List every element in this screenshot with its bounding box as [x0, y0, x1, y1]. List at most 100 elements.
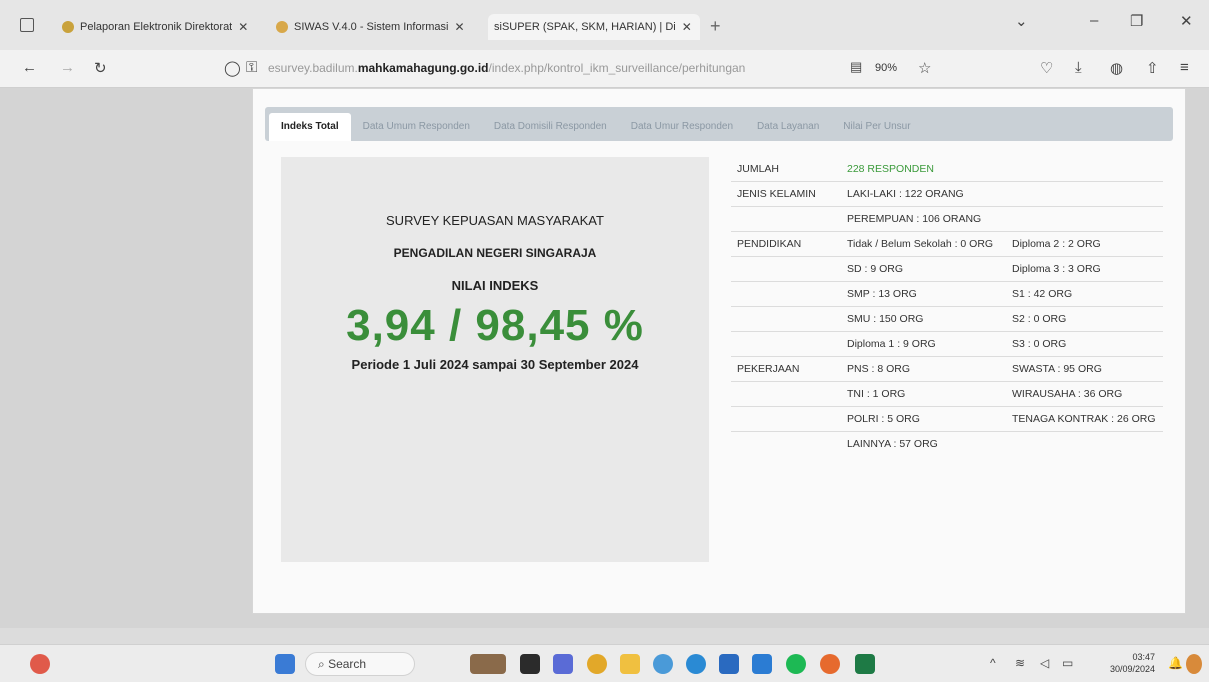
close-window-icon[interactable]: ✕: [1180, 12, 1193, 30]
tab-title: SIWAS V.4.0 - Sistem Informasi: [294, 21, 449, 33]
tab-data-domisili-responden[interactable]: Data Domisili Responden: [482, 113, 619, 141]
table-row: SMP : 13 ORG S1 : 42 ORG: [731, 282, 1163, 307]
widgets-icon[interactable]: [470, 654, 506, 674]
table-row: PEKERJAAN PNS : 8 ORG SWASTA : 95 ORG: [731, 357, 1163, 382]
stat-cell: S2 : 0 ORG: [1012, 313, 1067, 325]
period-text: Periode 1 Juli 2024 sampai 30 September …: [351, 357, 639, 372]
download-icon[interactable]: ⤓: [1075, 59, 1082, 76]
stat-cell: Diploma 2 : 2 ORG: [1012, 238, 1101, 250]
file-explorer-icon[interactable]: [620, 654, 640, 674]
share-icon[interactable]: ⇧: [1146, 59, 1159, 77]
table-row: POLRI : 5 ORG TENAGA KONTRAK : 26 ORG: [731, 407, 1163, 432]
teams-icon[interactable]: [553, 654, 573, 674]
stat-cell: TENAGA KONTRAK : 26 ORG: [1012, 413, 1156, 425]
start-button-icon[interactable]: [275, 654, 295, 674]
table-row: SD : 9 ORG Diploma 3 : 3 ORG: [731, 257, 1163, 282]
bookmark-star-icon[interactable]: ☆: [918, 59, 931, 77]
table-row: LAINNYA : 57 ORG: [731, 432, 1163, 456]
back-icon[interactable]: ←: [22, 59, 37, 76]
stat-cell: PNS : 8 ORG: [847, 363, 911, 375]
zoom-level[interactable]: 90%: [875, 62, 897, 74]
stat-cell: Diploma 1 : 9 ORG: [847, 338, 936, 350]
stat-cell: Tidak / Belum Sekolah : 0 ORG: [847, 238, 994, 250]
row-label: PENDIDIKAN: [737, 238, 802, 250]
stat-cell: TNI : 1 ORG: [847, 388, 906, 400]
battery-icon[interactable]: ▭: [1062, 656, 1073, 670]
tab-data-layanan[interactable]: Data Layanan: [745, 113, 831, 141]
tab-data-umum-responden[interactable]: Data Umum Responden: [351, 113, 482, 141]
close-tab-icon[interactable]: ✕: [454, 20, 464, 34]
firefox-icon[interactable]: [820, 654, 840, 674]
tab-title: siSUPER (SPAK, SKM, HARIAN) | Di: [494, 21, 676, 33]
respondent-count: 228 RESPONDEN: [847, 163, 934, 175]
stat-cell: S3 : 0 ORG: [1012, 338, 1067, 350]
close-tab-icon[interactable]: ✕: [682, 20, 692, 34]
index-label: NILAI INDEKS: [451, 278, 539, 293]
respondent-stats-table: JUMLAH 228 RESPONDEN JENIS KELAMIN LAKI-…: [731, 157, 1163, 456]
browser-tab-siwas[interactable]: SIWAS V.4.0 - Sistem Informasi ✕: [270, 14, 480, 40]
tab-data-umur-responden[interactable]: Data Umur Responden: [619, 113, 745, 141]
shield-icon[interactable]: ◯: [224, 59, 241, 77]
edge-icon[interactable]: [653, 654, 673, 674]
row-label: JUMLAH: [737, 163, 780, 175]
browser-tab-pelaporan[interactable]: Pelaporan Elektronik Direktorat ✕: [56, 14, 261, 40]
survey-title: SURVEY KEPUASAN MASYARAKAT: [386, 213, 604, 228]
url-field[interactable]: esurvey.badilum.mahkamahagung.go.id/inde…: [268, 61, 745, 75]
restore-icon[interactable]: ❐: [1130, 12, 1143, 30]
menu-icon[interactable]: ≡: [1180, 59, 1189, 76]
table-row: SMU : 150 ORG S2 : 0 ORG: [731, 307, 1163, 332]
lock-icon[interactable]: ⚿: [246, 59, 257, 76]
wifi-icon[interactable]: ≋: [1015, 656, 1025, 670]
minimize-icon[interactable]: –: [1090, 12, 1098, 29]
table-row: JENIS KELAMIN LAKI-LAKI : 122 ORANG: [731, 182, 1163, 207]
stat-cell: POLRI : 5 ORG: [847, 413, 920, 425]
row-label: JENIS KELAMIN: [737, 188, 816, 200]
word-icon[interactable]: [752, 654, 772, 674]
stat-cell: PEREMPUAN : 106 ORANG: [847, 213, 982, 225]
stat-cell: SMP : 13 ORG: [847, 288, 917, 300]
table-row: PENDIDIKAN Tidak / Belum Sekolah : 0 ORG…: [731, 232, 1163, 257]
index-score: 3,94 / 98,45 %: [346, 301, 644, 350]
tab-title: Pelaporan Elektronik Direktorat: [80, 21, 233, 33]
site-favicon-icon: [276, 21, 288, 33]
page-content: Indeks Total Data Umum Responden Data Do…: [0, 88, 1209, 628]
reader-view-icon[interactable]: ▤: [850, 59, 862, 75]
extensions-icon[interactable]: ◍: [1110, 59, 1123, 77]
app-icon[interactable]: [686, 654, 706, 674]
stat-cell: SMU : 150 ORG: [847, 313, 924, 325]
pocket-icon[interactable]: ♡: [1040, 59, 1053, 77]
windows-taskbar: ⌕ Search ^ ≋ ◁ ▭ 03:47 30/09/2024 🔔: [0, 644, 1209, 682]
site-favicon-icon: [62, 21, 74, 33]
content-card: Indeks Total Data Umum Responden Data Do…: [252, 88, 1186, 614]
tab-nilai-per-unsur[interactable]: Nilai Per Unsur: [831, 113, 922, 141]
browser-tab-bar: Pelaporan Elektronik Direktorat ✕ SIWAS …: [0, 0, 1209, 50]
tab-list-icon[interactable]: ⌄: [1015, 12, 1028, 30]
weather-widget-icon[interactable]: [30, 654, 50, 674]
row-label: PEKERJAAN: [737, 363, 800, 375]
task-view-icon[interactable]: [520, 654, 540, 674]
stat-cell: Diploma 3 : 3 ORG: [1012, 263, 1101, 275]
new-tab-icon[interactable]: +: [710, 16, 721, 37]
excel-icon[interactable]: [855, 654, 875, 674]
spotify-icon[interactable]: [786, 654, 806, 674]
stat-cell: LAKI-LAKI : 122 ORANG: [847, 188, 964, 200]
stat-cell: SWASTA : 95 ORG: [1012, 363, 1102, 375]
table-row: PEREMPUAN : 106 ORANG: [731, 207, 1163, 232]
table-row: JUMLAH 228 RESPONDEN: [731, 157, 1163, 182]
taskbar-search[interactable]: ⌕ Search: [305, 652, 415, 676]
stat-cell: LAINNYA : 57 ORG: [847, 438, 938, 450]
tab-indeks-total[interactable]: Indeks Total: [269, 113, 351, 141]
store-icon[interactable]: [719, 654, 739, 674]
close-tab-icon[interactable]: ✕: [238, 20, 248, 34]
chrome-icon[interactable]: [587, 654, 607, 674]
chevron-up-icon[interactable]: ^: [990, 656, 996, 670]
clock[interactable]: 03:47 30/09/2024: [1110, 651, 1155, 675]
tab-overview-icon[interactable]: [20, 18, 34, 32]
stat-cell: SD : 9 ORG: [847, 263, 904, 275]
reload-icon[interactable]: ↻: [94, 59, 107, 77]
copilot-icon[interactable]: [1186, 654, 1202, 674]
volume-icon[interactable]: ◁: [1040, 656, 1049, 670]
browser-tab-sisuper[interactable]: siSUPER (SPAK, SKM, HARIAN) | Di ✕: [488, 14, 700, 40]
notification-bell-icon[interactable]: 🔔: [1168, 656, 1183, 670]
forward-icon[interactable]: →: [60, 59, 75, 76]
